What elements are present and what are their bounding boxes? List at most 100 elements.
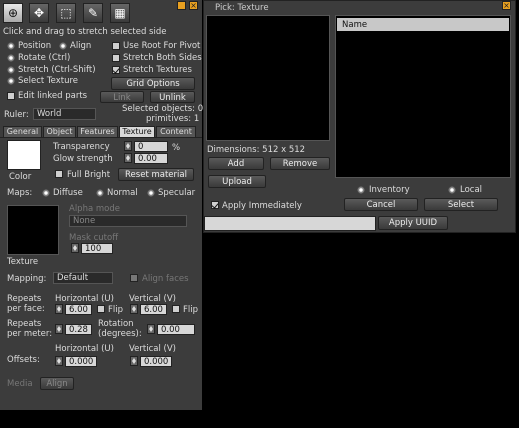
full-bright-label: Full Bright: [67, 170, 111, 180]
align-faces-label: Align faces: [142, 274, 189, 284]
offset-v-spinner[interactable]: [130, 356, 138, 366]
uuid-input[interactable]: [204, 216, 376, 231]
stretch-both-sides-checkbox[interactable]: [112, 54, 120, 62]
mask-cutoff-field[interactable]: 100: [81, 243, 113, 254]
edit-linked-label: Edit linked parts: [18, 91, 88, 101]
specular-label: Specular: [158, 188, 196, 198]
transparency-spinner[interactable]: [124, 141, 132, 151]
hand-icon[interactable]: ✥: [29, 3, 49, 23]
cancel-button[interactable]: Cancel: [344, 198, 418, 211]
select-button[interactable]: Select: [424, 198, 498, 211]
offsets-vertical-label: Vertical (V): [129, 344, 176, 354]
full-bright-checkbox[interactable]: [55, 170, 63, 178]
repeats-v-spinner[interactable]: [130, 304, 138, 314]
position-label: Position: [18, 41, 52, 51]
align-label: Align: [70, 41, 92, 51]
wand-icon[interactable]: ✎: [83, 3, 103, 23]
tab-content[interactable]: Content: [156, 126, 196, 137]
color-swatch[interactable]: [7, 140, 41, 170]
inventory-label: Inventory: [369, 185, 410, 195]
repeats-u-spinner[interactable]: [55, 304, 63, 314]
edit-linked-checkbox[interactable]: [7, 92, 15, 100]
apply-uuid-button[interactable]: Apply UUID: [378, 216, 448, 230]
flip-v-checkbox[interactable]: [172, 305, 180, 313]
glow-field[interactable]: 0.00: [134, 153, 168, 164]
repeats-meter-label: Repeats per meter:: [7, 319, 53, 339]
mapping-dropdown[interactable]: Default: [53, 272, 113, 284]
unlink-button[interactable]: Unlink: [150, 91, 195, 103]
tool-hint: Click and drag to stretch selected side: [3, 27, 167, 37]
texture-label: Texture: [7, 257, 39, 267]
repeats-v-field[interactable]: 6.00: [140, 304, 167, 315]
repeats-meter-field[interactable]: 0.28: [65, 324, 92, 335]
use-root-pivot-checkbox[interactable]: [112, 42, 120, 50]
add-button[interactable]: Add: [208, 157, 264, 170]
cube-select-icon[interactable]: ⬚: [56, 3, 76, 23]
rotation-field[interactable]: 0.00: [157, 324, 195, 335]
remove-button[interactable]: Remove: [270, 157, 330, 170]
offset-u-spinner[interactable]: [55, 356, 63, 366]
rotate-label: Rotate (Ctrl): [18, 53, 71, 63]
magnifier-icon[interactable]: ⊕: [3, 3, 23, 23]
ruler-dropdown[interactable]: World: [33, 108, 96, 120]
reset-material-button[interactable]: Reset material: [118, 168, 194, 181]
rotate-radio[interactable]: [7, 54, 15, 62]
apply-immediately-checkbox[interactable]: [211, 201, 219, 209]
local-label: Local: [460, 185, 483, 195]
tab-general[interactable]: General: [3, 126, 42, 137]
close-icon[interactable]: ×: [189, 1, 198, 10]
stretch-textures-label: Stretch Textures: [123, 65, 192, 75]
align-faces-checkbox[interactable]: [130, 274, 138, 282]
specular-radio[interactable]: [147, 189, 155, 197]
vertical-v-label: Vertical (V): [129, 294, 176, 304]
offsets-horizontal-label: Horizontal (U): [55, 344, 114, 354]
upload-button[interactable]: Upload: [208, 175, 266, 188]
local-radio[interactable]: [448, 186, 456, 194]
select-texture-label: Select Texture: [18, 76, 79, 86]
rotation-spinner[interactable]: [147, 324, 155, 334]
mask-cutoff-label: Mask cutoff: [69, 233, 119, 243]
stretch-textures-checkbox[interactable]: [112, 66, 120, 74]
repeats-meter-spinner[interactable]: [55, 324, 63, 334]
inventory-list[interactable]: [335, 15, 511, 178]
select-texture-radio[interactable]: [7, 77, 15, 85]
stretch-both-sides-label: Stretch Both Sides: [123, 53, 202, 63]
tab-object[interactable]: Object: [43, 126, 76, 137]
transparency-field[interactable]: 0: [134, 141, 168, 152]
rotation-label: Rotation (degrees):: [98, 319, 142, 339]
stretch-radio[interactable]: [7, 66, 15, 74]
link-button[interactable]: Link: [100, 91, 144, 103]
color-label: Color: [9, 172, 32, 182]
texture-preview: [206, 15, 330, 141]
align-button[interactable]: Align: [40, 377, 74, 390]
flip-v-label: Flip: [183, 305, 199, 315]
diffuse-radio[interactable]: [42, 189, 50, 197]
mapping-label: Mapping:: [7, 274, 47, 284]
alpha-mode-dropdown[interactable]: None: [69, 215, 187, 227]
align-radio[interactable]: [59, 42, 67, 50]
position-radio[interactable]: [7, 42, 15, 50]
repeats-u-field[interactable]: 6.00: [65, 304, 92, 315]
inventory-radio[interactable]: [357, 186, 365, 194]
glow-spinner[interactable]: [124, 153, 132, 163]
picker-close-icon[interactable]: ×: [502, 1, 511, 10]
normal-radio[interactable]: [96, 189, 104, 197]
minimize-icon[interactable]: [177, 1, 186, 10]
transparency-label: Transparency: [53, 142, 110, 152]
repeats-face-label: Repeats per face:: [7, 294, 45, 314]
texture-swatch[interactable]: [7, 205, 59, 255]
tab-features[interactable]: Features: [77, 126, 118, 137]
tab-texture[interactable]: Texture: [119, 126, 155, 137]
stretch-label: Stretch (Ctrl-Shift): [18, 65, 96, 75]
offset-u-field[interactable]: 0.000: [65, 356, 97, 367]
apply-immediately-label: Apply Immediately: [222, 201, 302, 211]
flip-u-checkbox[interactable]: [97, 305, 105, 313]
offset-v-field[interactable]: 0.000: [140, 356, 172, 367]
glow-label: Glow strength: [53, 154, 113, 164]
grid-options-button[interactable]: Grid Options: [111, 77, 195, 90]
land-icon[interactable]: ▦: [110, 3, 130, 23]
flip-u-label: Flip: [108, 305, 124, 315]
mask-cutoff-spinner[interactable]: [71, 243, 79, 253]
picker-title: Pick: Texture: [215, 3, 269, 13]
offsets-label: Offsets:: [7, 355, 40, 365]
